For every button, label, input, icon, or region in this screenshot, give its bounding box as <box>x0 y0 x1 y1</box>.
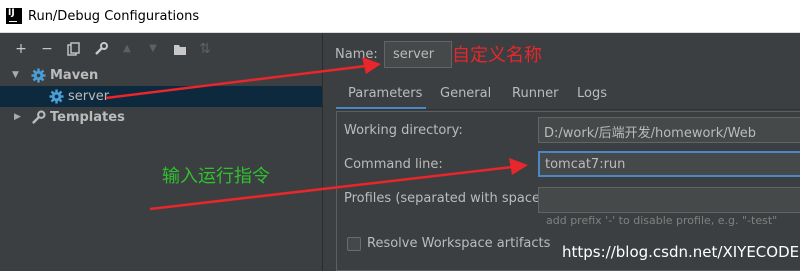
maven-gear-icon <box>31 68 46 83</box>
watermark: https://blog.csdn.net/XIYECODE <box>562 243 800 261</box>
maven-gear-icon <box>49 89 64 104</box>
config-tabs: Parameters General Runner Logs <box>336 80 800 110</box>
tree-item-server[interactable]: server <box>0 86 322 107</box>
expand-arrow-icon[interactable]: ▼ <box>12 65 19 86</box>
tab-logs[interactable]: Logs <box>577 86 607 101</box>
window-title: Run/Debug Configurations <box>28 9 200 24</box>
tree-item-label: Maven <box>50 68 99 83</box>
tree-item-templates[interactable]: ▶ Templates <box>0 107 322 128</box>
command-line-field[interactable]: tomcat7:run <box>538 151 800 177</box>
working-directory-label: Working directory: <box>344 123 463 138</box>
panel-splitter[interactable] <box>322 33 323 271</box>
resolve-workspace-label: Resolve Workspace artifacts <box>367 236 551 251</box>
profiles-hint: add prefix '-' to disable profile, e.g. … <box>546 214 778 227</box>
sort-icon[interactable]: ⇅ <box>196 40 214 58</box>
profiles-label: Profiles (separated with space): <box>344 191 550 206</box>
tab-runner[interactable]: Runner <box>512 86 559 101</box>
wrench-edit-icon[interactable] <box>92 40 110 58</box>
tree-item-maven[interactable]: ▼ Maven <box>0 65 322 86</box>
move-down-icon[interactable]: ▼ <box>144 40 162 58</box>
wrench-icon <box>32 110 46 124</box>
tree-item-label: Templates <box>50 110 125 125</box>
config-toolbar: + − ▲ ▼ ⇅ <box>0 36 330 64</box>
resolve-workspace-checkbox[interactable] <box>347 237 361 251</box>
folder-icon[interactable] <box>171 40 189 58</box>
move-up-icon[interactable]: ▲ <box>118 40 136 58</box>
title-bar: IJ Run/Debug Configurations <box>0 0 800 33</box>
name-field[interactable]: server <box>384 41 452 68</box>
remove-icon[interactable]: − <box>38 40 56 58</box>
name-label: Name: <box>335 47 378 62</box>
enter-command-annotation: 输入运行指令 <box>162 166 270 187</box>
copy-icon[interactable] <box>65 40 83 58</box>
tab-parameters[interactable]: Parameters <box>348 86 422 101</box>
add-icon[interactable]: + <box>12 40 30 58</box>
tab-divider <box>336 109 800 110</box>
tab-general[interactable]: General <box>440 86 491 101</box>
tree-item-label: server <box>68 89 110 104</box>
command-line-label: Command line: <box>344 157 443 172</box>
collapse-arrow-icon[interactable]: ▶ <box>14 107 21 128</box>
intellij-app-icon: IJ <box>6 8 22 24</box>
custom-name-annotation: 自定义名称 <box>452 45 542 66</box>
profiles-field[interactable] <box>538 187 800 213</box>
working-directory-field[interactable]: D:/work/后端开发/homework/Web <box>538 117 800 143</box>
